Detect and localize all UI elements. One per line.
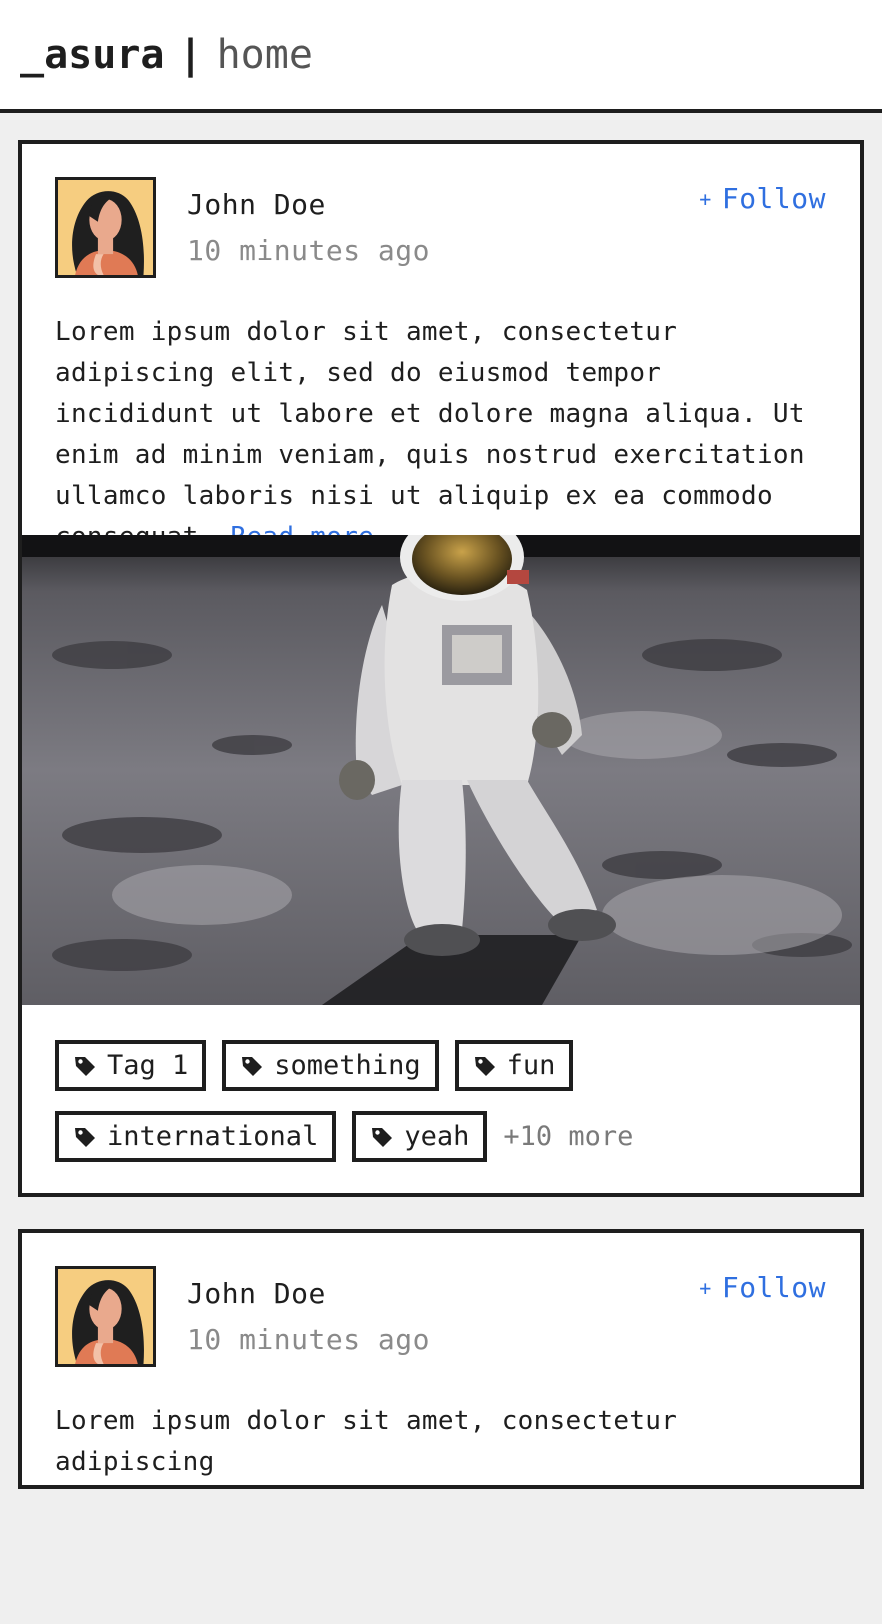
tag-icon xyxy=(242,1056,263,1076)
tag-icon xyxy=(474,1056,495,1076)
title-separator: | xyxy=(178,31,203,78)
tag-chip[interactable]: something xyxy=(222,1040,439,1091)
astronaut-photo xyxy=(22,535,860,1005)
plus-icon: + xyxy=(699,186,712,211)
post-text: Lorem ipsum dolor sit amet, consectetur … xyxy=(22,1383,860,1624)
post-timestamp: 10 minutes ago xyxy=(187,1323,431,1356)
avatar-illustration-icon xyxy=(58,180,153,275)
tag-chip[interactable]: yeah xyxy=(352,1111,488,1162)
avatar[interactable] xyxy=(55,177,156,278)
follow-button[interactable]: + Follow xyxy=(699,1271,826,1304)
tag-label: something xyxy=(274,1050,421,1081)
tag-label: international xyxy=(107,1121,319,1152)
tag-label: fun xyxy=(506,1050,556,1081)
tag-icon xyxy=(75,1127,95,1147)
app-title: _asura | home xyxy=(20,35,313,75)
more-tags-link[interactable]: +10 more xyxy=(503,1121,633,1152)
app-logo[interactable]: _asura xyxy=(20,35,165,75)
top-bar: _asura | home xyxy=(0,0,882,113)
post-card: John Doe 10 minutes ago + Follow Lorem i… xyxy=(18,140,864,1197)
tag-chip[interactable]: fun xyxy=(454,1040,574,1091)
avatar-illustration-icon xyxy=(58,1269,153,1364)
tag-list: Tag 1 something fun international yeah +… xyxy=(22,1005,860,1182)
post-header: John Doe 10 minutes ago + Follow xyxy=(22,1233,860,1383)
post-text: Lorem ipsum dolor sit amet, consectetur … xyxy=(22,294,860,552)
tag-label: yeah xyxy=(404,1121,470,1152)
post-card: John Doe 10 minutes ago + Follow Lorem i… xyxy=(18,1229,864,1489)
follow-label: Follow xyxy=(721,1271,826,1304)
post-header: John Doe 10 minutes ago + Follow xyxy=(22,144,860,294)
author-name[interactable]: John Doe xyxy=(187,1277,326,1310)
tag-icon xyxy=(372,1127,393,1147)
avatar[interactable] xyxy=(55,1266,156,1367)
tag-chip[interactable]: Tag 1 xyxy=(55,1040,207,1091)
plus-icon: + xyxy=(699,1275,712,1300)
post-body-text: Lorem ipsum dolor sit amet, consectetur … xyxy=(55,317,805,552)
tag-label: Tag 1 xyxy=(107,1050,189,1081)
post-image[interactable] xyxy=(22,535,860,1005)
follow-button[interactable]: + Follow xyxy=(699,182,826,215)
tag-chip[interactable]: international xyxy=(55,1111,337,1162)
tag-icon xyxy=(75,1056,95,1076)
author-name[interactable]: John Doe xyxy=(187,188,326,221)
follow-label: Follow xyxy=(721,182,826,215)
page-title: home xyxy=(216,31,313,78)
post-timestamp: 10 minutes ago xyxy=(187,234,431,267)
